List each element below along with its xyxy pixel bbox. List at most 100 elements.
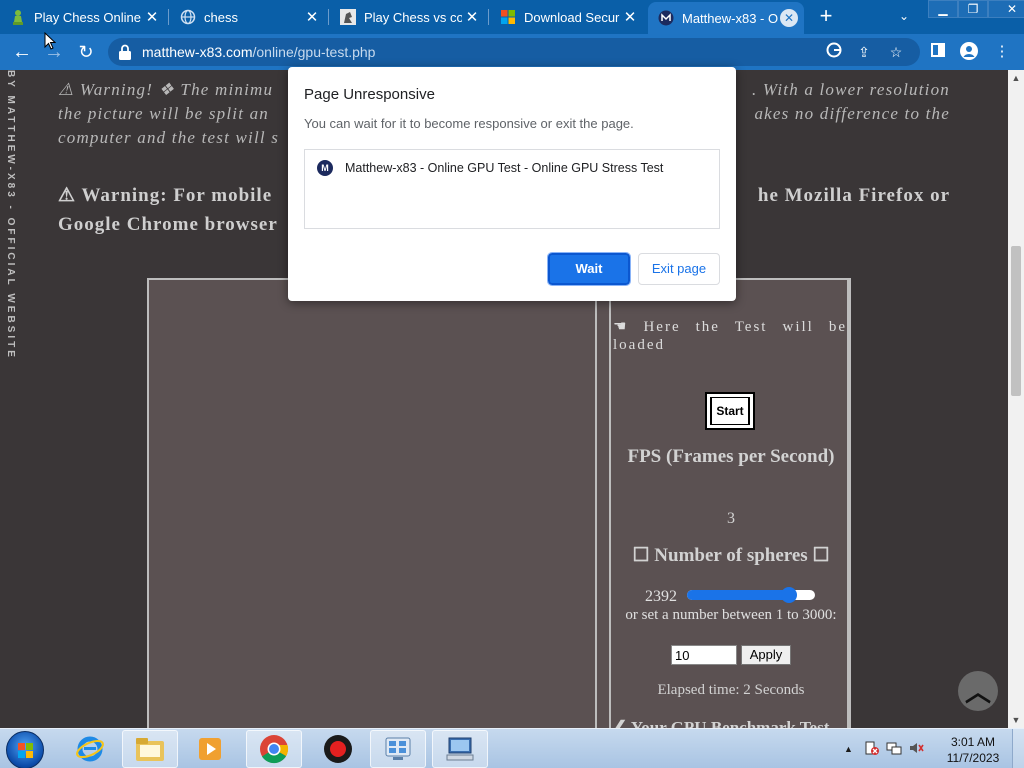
- dialog-message: You can wait for it to become responsive…: [304, 116, 634, 131]
- close-tab-icon[interactable]: ✕: [142, 7, 162, 27]
- sphere-slider[interactable]: [687, 587, 815, 603]
- google-lens-icon[interactable]: [824, 42, 844, 62]
- benchmark-heading: ❮ Your GPU Benchmark Test: [613, 718, 830, 728]
- windows-logo-icon: [18, 743, 33, 758]
- warning-text: ⚠ Warning! ❖ The minimu: [58, 80, 274, 99]
- exit-page-button[interactable]: Exit page: [638, 253, 720, 285]
- start-button[interactable]: [6, 731, 44, 768]
- chevron-down-icon[interactable]: ⌄: [894, 6, 914, 26]
- show-desktop-button[interactable]: [1012, 729, 1024, 768]
- warning-text: ⚠ Warning: For mobile: [58, 185, 273, 206]
- media-player-icon[interactable]: [182, 730, 238, 768]
- screen-recorder-icon[interactable]: [310, 730, 366, 768]
- taskbar-clock[interactable]: 3:01 AM 11/7/2023: [936, 734, 1010, 766]
- sphere-count: 2392: [645, 588, 677, 605]
- tab-matthew-x83[interactable]: Matthew-x83 - O ✕: [648, 2, 804, 34]
- elapsed-time: Elapsed time: 2 Seconds: [657, 682, 805, 698]
- system-tray: ▲: [844, 729, 930, 768]
- minimize-icon[interactable]: ▁: [928, 0, 958, 18]
- slider-fill: [687, 590, 790, 600]
- clock-date: 11/7/2023: [946, 751, 1000, 765]
- apply-button[interactable]: Apply: [741, 645, 791, 665]
- back-arrow-icon[interactable]: ←: [10, 40, 34, 64]
- scroll-to-top-icon[interactable]: ︿: [958, 671, 998, 711]
- list-item-label: Matthew-x83 - Online GPU Test - Online G…: [345, 161, 664, 175]
- url-text: matthew-x83.com/online/gpu-test.php: [142, 44, 375, 60]
- warning-text: computer and the test will s: [58, 128, 280, 147]
- reload-icon[interactable]: ↻: [74, 40, 98, 64]
- side-panel-icon[interactable]: [928, 42, 948, 62]
- restore-icon[interactable]: ❐: [958, 0, 988, 18]
- close-tab-icon[interactable]: ✕: [780, 9, 798, 27]
- share-icon[interactable]: ⇪: [854, 42, 874, 62]
- fps-title: FPS (Frames per Second): [627, 446, 835, 467]
- test-control-panel: ☚ Here the Test will be loaded Start FPS…: [609, 280, 849, 728]
- vertical-site-label: BY MATTHEW-X83 - OFFICIAL WEBSITE: [5, 70, 16, 360]
- fps-value: 3: [727, 510, 735, 527]
- show-hidden-icons-icon[interactable]: ▲: [844, 744, 856, 754]
- tab-download-security[interactable]: Download Securit ✕: [490, 0, 646, 34]
- profile-avatar-icon[interactable]: [959, 42, 979, 62]
- browser-toolbar: ← → ↻ matthew-x83.com/online/gpu-test.ph…: [0, 34, 1024, 70]
- url-host: matthew-x83.com: [142, 44, 253, 60]
- new-tab-icon[interactable]: +: [814, 5, 838, 29]
- tab-separator: [168, 9, 169, 25]
- chess-site-icon: [340, 9, 356, 25]
- clock-time: 3:01 AM: [950, 735, 996, 749]
- file-explorer-icon[interactable]: [122, 730, 178, 768]
- lock-icon: [119, 44, 131, 60]
- tab-title: Play Chess vs com: [364, 9, 462, 25]
- warning-text: . With a lower resolution: [752, 80, 950, 99]
- close-tab-icon[interactable]: ✕: [462, 7, 482, 27]
- wait-button[interactable]: Wait: [547, 252, 631, 286]
- mouse-cursor-icon: [44, 32, 56, 50]
- url-path: /online/gpu-test.php: [252, 44, 376, 60]
- volume-muted-icon[interactable]: [908, 740, 930, 759]
- scrollbar-thumb[interactable]: [1011, 246, 1021, 396]
- warning-text: he Mozilla Firefox or: [757, 185, 950, 206]
- tab-separator: [488, 9, 489, 25]
- taskbar: ▲ 3:01 AM 11/7/2023: [0, 728, 1024, 768]
- action-center-icon[interactable]: [864, 740, 886, 759]
- test-canvas[interactable]: [149, 280, 597, 728]
- tab-play-chess-vs-computer[interactable]: Play Chess vs com ✕: [330, 0, 488, 34]
- close-tab-icon[interactable]: ✕: [302, 7, 322, 27]
- list-item: M Matthew-x83 - Online GPU Test - Online…: [317, 160, 663, 176]
- tab-title: Matthew-x83 - O: [682, 10, 779, 26]
- warning-text: the picture will be split an: [58, 104, 269, 123]
- scroll-down-icon[interactable]: ▼: [1008, 712, 1024, 728]
- start-label: Start: [712, 398, 748, 424]
- address-bar[interactable]: matthew-x83.com/online/gpu-test.php ⇪ ☆: [108, 38, 920, 66]
- microsoft-icon: [500, 9, 516, 25]
- tab-title: chess: [204, 9, 238, 25]
- close-tab-icon[interactable]: ✕: [620, 7, 640, 27]
- tab-title: Play Chess Online: [34, 9, 141, 25]
- kebab-menu-icon[interactable]: ⋮: [992, 42, 1012, 62]
- slider-thumb[interactable]: [781, 587, 798, 603]
- chrome-icon[interactable]: [246, 730, 302, 768]
- matthew-x83-icon: M: [317, 160, 333, 176]
- globe-icon: [180, 9, 196, 25]
- bookmark-star-icon[interactable]: ☆: [886, 42, 906, 62]
- scroll-up-icon[interactable]: ▲: [1008, 70, 1024, 86]
- warning-text: akes no difference to the: [754, 104, 950, 123]
- tab-separator: [328, 9, 329, 25]
- tab-strip: Play Chess Online ✕ chess ✕ Play Chess v…: [0, 0, 1024, 34]
- unresponsive-page-list: M Matthew-x83 - Online GPU Test - Online…: [304, 149, 720, 229]
- control-panel-icon[interactable]: [370, 730, 426, 768]
- matthew-x83-icon: [658, 10, 674, 26]
- start-button[interactable]: Start: [705, 392, 755, 430]
- tab-play-chess-online[interactable]: Play Chess Online ✕: [0, 0, 168, 34]
- tab-chess[interactable]: chess ✕: [170, 0, 328, 34]
- internet-explorer-icon[interactable]: [62, 730, 118, 768]
- dialog-title: Page Unresponsive: [304, 86, 435, 103]
- remote-desktop-icon[interactable]: [432, 730, 488, 768]
- page-scrollbar[interactable]: ▲ ▼: [1008, 70, 1024, 728]
- window-close-icon[interactable]: ✕: [988, 0, 1024, 18]
- page-unresponsive-dialog: Page Unresponsive You can wait for it to…: [288, 67, 736, 301]
- screen: Play Chess Online ✕ chess ✕ Play Chess v…: [0, 0, 1024, 768]
- network-icon[interactable]: [886, 740, 908, 759]
- set-number-text: or set a number between 1 to 3000:: [625, 607, 837, 623]
- spheres-title: ☐ Number of spheres ☐: [632, 545, 830, 566]
- sphere-number-input[interactable]: [671, 645, 737, 665]
